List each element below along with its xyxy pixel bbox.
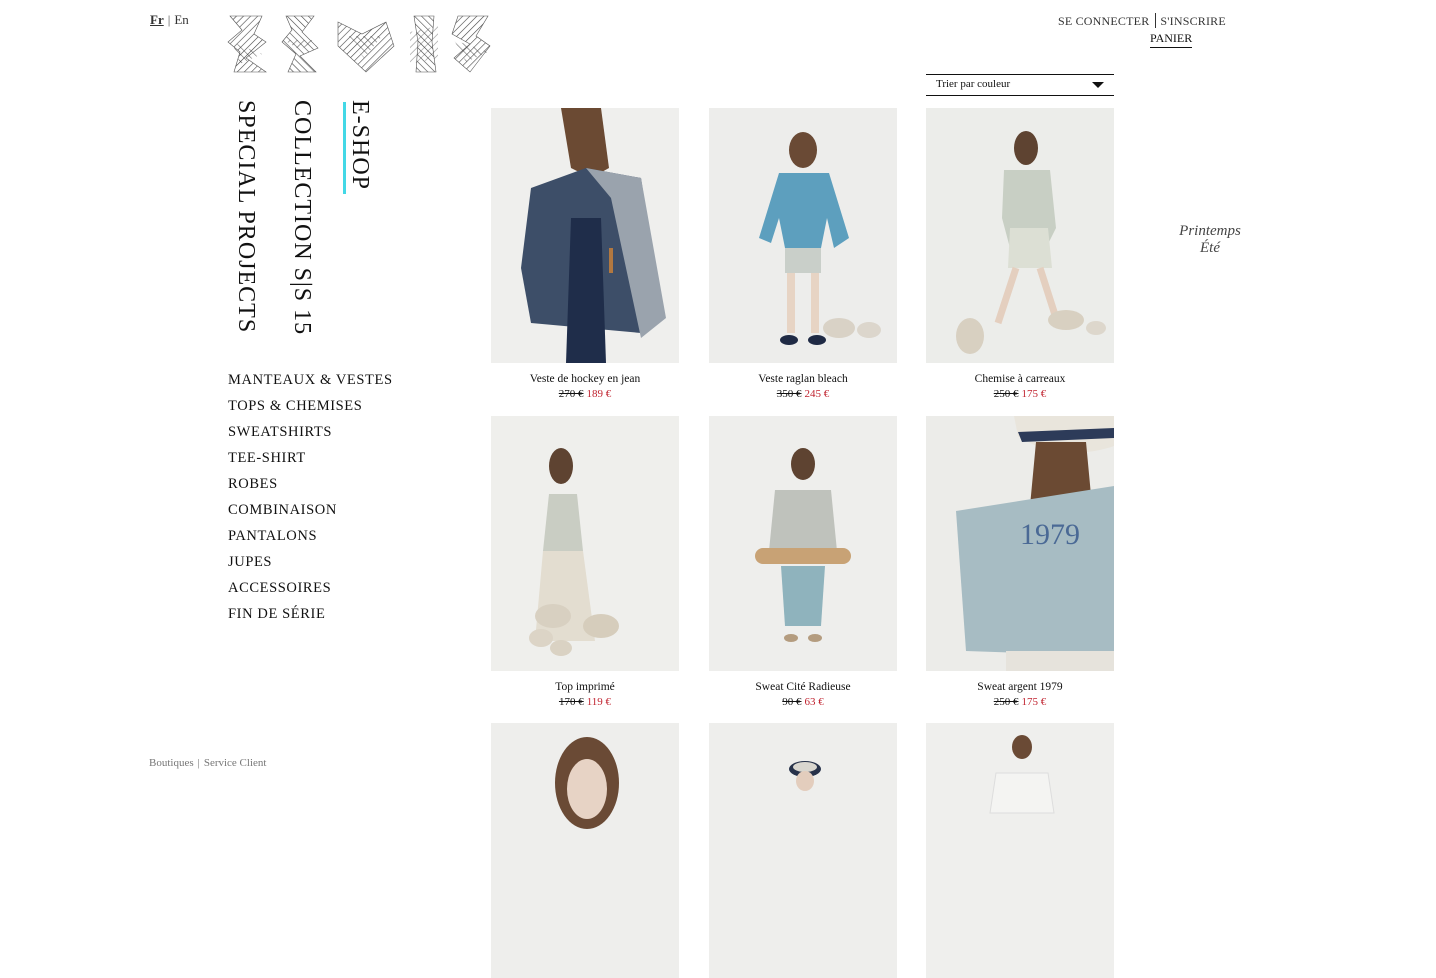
category-link[interactable]: COMBINAISON [228, 502, 337, 518]
product-image[interactable] [709, 723, 897, 978]
sale-price: 189 € [586, 388, 612, 400]
language-switch: Fr | En [150, 12, 189, 28]
category-link[interactable]: MANTEAUX & VESTES [228, 372, 393, 388]
shops-link[interactable]: Boutiques [149, 757, 194, 769]
product-name[interactable]: Chemise à carreaux [926, 373, 1114, 387]
original-price: 350 € [776, 388, 802, 400]
product-image[interactable] [709, 416, 897, 671]
category-link[interactable]: FIN DE SÉRIE [228, 606, 325, 622]
category-link[interactable]: ACCESSOIRES [228, 580, 331, 596]
product-name[interactable]: Veste de hockey en jean [491, 373, 679, 387]
cart-link[interactable]: PANIER [1150, 31, 1193, 48]
product-card[interactable] [926, 723, 1114, 978]
category-link[interactable]: PANTALONS [228, 528, 317, 544]
product-name[interactable]: Sweat argent 1979 [926, 681, 1114, 695]
product-image[interactable] [491, 723, 679, 978]
sweat-print: 1979 [1020, 518, 1080, 551]
brand-logo[interactable] [226, 12, 492, 76]
category-link[interactable]: ROBES [228, 476, 278, 492]
category-item[interactable]: ROBES [228, 474, 393, 500]
sale-price: 119 € [586, 696, 612, 708]
account-links: SE CONNECTER S'INSCRIRE [1058, 13, 1226, 29]
sale-price: 175 € [1021, 388, 1047, 400]
register-link[interactable]: S'INSCRIRE [1160, 14, 1226, 28]
category-item[interactable]: FIN DE SÉRIE [228, 604, 393, 630]
product-price: 250 €175 € [926, 696, 1114, 708]
season-line-1: Printemps [1179, 223, 1241, 239]
customer-service-link[interactable]: Service Client [204, 757, 267, 769]
sort-by-color-select[interactable]: Trier par couleur [926, 74, 1114, 96]
product-image[interactable] [926, 108, 1114, 363]
category-item[interactable]: SWEATSHIRTS [228, 422, 393, 448]
account-separator [1155, 13, 1157, 28]
sale-price: 175 € [1021, 696, 1047, 708]
nav-collection[interactable]: COLLECTION S|S 15 [288, 100, 315, 335]
product-card[interactable]: Veste de hockey en jean 270 €189 € [491, 108, 679, 400]
category-link[interactable]: TEE-SHIRT [228, 450, 306, 466]
footer-separator: | [197, 757, 200, 769]
product-price: 90 €63 € [709, 696, 897, 708]
product-card[interactable]: Sweat Cité Radieuse 90 €63 € [709, 416, 897, 708]
product-image[interactable]: 1979 [926, 416, 1114, 671]
category-item[interactable]: ACCESSOIRES [228, 578, 393, 604]
product-name[interactable]: Top imprimé [491, 681, 679, 695]
lang-en-link[interactable]: En [174, 12, 188, 27]
season-line-2: Été [1200, 240, 1220, 256]
dropdown-arrow-icon [1092, 82, 1104, 88]
category-link[interactable]: JUPES [228, 554, 272, 570]
product-image[interactable] [926, 723, 1114, 978]
product-price: 350 €245 € [709, 388, 897, 400]
sort-label: Trier par couleur [936, 78, 1011, 90]
category-item[interactable]: COMBINAISON [228, 500, 393, 526]
original-price: 270 € [558, 388, 584, 400]
original-price: 170 € [558, 696, 584, 708]
category-link[interactable]: TOPS & CHEMISES [228, 398, 362, 414]
category-item[interactable]: JUPES [228, 552, 393, 578]
product-image[interactable] [491, 108, 679, 363]
original-price: 250 € [993, 696, 1019, 708]
lang-separator: | [167, 12, 171, 27]
product-price: 170 €119 € [491, 696, 679, 708]
product-name[interactable]: Veste raglan bleach [709, 373, 897, 387]
brand-logo-mark [227, 15, 491, 73]
sale-price: 63 € [804, 696, 824, 708]
category-item[interactable]: TOPS & CHEMISES [228, 396, 393, 422]
nav-special-projects[interactable]: SPECIAL PROJECTS [232, 100, 259, 333]
footer-links: Boutiques | Service Client [149, 757, 266, 769]
product-price: 250 €175 € [926, 388, 1114, 400]
login-link[interactable]: SE CONNECTER [1058, 14, 1149, 28]
category-item[interactable]: MANTEAUX & VESTES [228, 370, 393, 396]
product-image[interactable] [709, 108, 897, 363]
product-card[interactable] [491, 723, 679, 978]
product-image[interactable] [491, 416, 679, 671]
category-item[interactable]: TEE-SHIRT [228, 448, 393, 474]
original-price: 90 € [782, 696, 802, 708]
nav-eshop[interactable]: E-SHOP [346, 100, 379, 190]
product-card[interactable]: Veste raglan bleach 350 €245 € [709, 108, 897, 400]
category-link[interactable]: SWEATSHIRTS [228, 424, 332, 440]
product-name[interactable]: Sweat Cité Radieuse [709, 681, 897, 695]
product-card[interactable] [709, 723, 897, 978]
category-list: MANTEAUX & VESTES TOPS & CHEMISES SWEATS… [228, 370, 393, 630]
category-item[interactable]: PANTALONS [228, 526, 393, 552]
product-price: 270 €189 € [491, 388, 679, 400]
product-card[interactable]: Chemise à carreaux 250 €175 € [926, 108, 1114, 400]
product-card[interactable]: Top imprimé 170 €119 € [491, 416, 679, 708]
original-price: 250 € [993, 388, 1019, 400]
sale-price: 245 € [804, 388, 830, 400]
lang-fr-link[interactable]: Fr [150, 12, 164, 27]
product-card[interactable]: 1979 Sweat argent 1979 250 €175 € [926, 416, 1114, 708]
season-label: Printemps Été [1176, 223, 1244, 257]
